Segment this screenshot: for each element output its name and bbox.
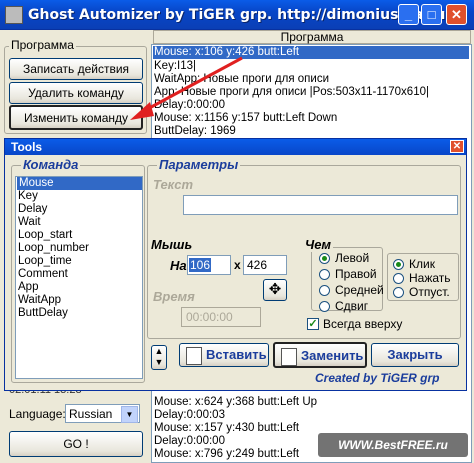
x-input[interactable]: 106 (187, 255, 231, 275)
close-button[interactable]: Закрыть (371, 343, 459, 367)
chevron-down-icon[interactable]: ▼ (121, 406, 138, 423)
program-group-title: Программа (9, 38, 76, 52)
move-crosshair-icon[interactable]: ✥ (263, 279, 287, 301)
list-item[interactable]: Delay:0:00:03 (154, 409, 225, 422)
always-on-top-label: Всегда вверху (323, 317, 403, 331)
press-radio[interactable] (393, 273, 404, 284)
tools-dialog: Tools ✕ Команда Mouse Key Delay Wait Loo… (4, 138, 467, 391)
command-item[interactable]: App (18, 281, 38, 294)
command-item[interactable]: Loop_time (18, 255, 72, 268)
release-radio[interactable] (393, 287, 404, 298)
command-item[interactable]: Comment (18, 268, 68, 281)
time-label: Время (151, 289, 197, 304)
mouse-label: Мышь (149, 237, 195, 252)
always-on-top-checkbox[interactable]: ✓ (307, 318, 319, 330)
close-icon[interactable]: ✕ (450, 140, 464, 153)
right-radio[interactable] (319, 269, 330, 280)
shift-radio-label: Сдвиг (335, 299, 369, 313)
command-item[interactable]: Mouse (17, 177, 142, 190)
language-select[interactable]: Russian ▼ (65, 404, 140, 423)
created-by-banner: Created by TiGER grp (315, 371, 440, 385)
command-legend: Команда (21, 157, 81, 172)
release-radio-label: Отпуст. (409, 285, 450, 299)
watermark: WWW.BestFREE.ru (318, 433, 468, 457)
command-list[interactable]: Mouse Key Delay Wait Loop_start Loop_num… (15, 176, 143, 379)
middle-radio[interactable] (319, 285, 330, 296)
command-item[interactable]: Loop_start (18, 229, 72, 242)
command-item[interactable]: Wait (18, 216, 41, 229)
minimize-icon[interactable]: _ (398, 4, 419, 25)
command-item[interactable]: ButtDelay (18, 307, 68, 320)
updown-icon[interactable]: ▲ ▼ (151, 345, 167, 370)
which-label: Чем (303, 237, 334, 252)
middle-radio-label: Средней (335, 283, 384, 297)
right-radio-label: Правой (335, 267, 377, 281)
close-icon[interactable]: ✕ (446, 4, 467, 25)
command-item[interactable]: Loop_number (18, 242, 89, 255)
go-button[interactable]: GO ! (9, 431, 143, 457)
replace-button[interactable]: Заменить (273, 342, 367, 368)
app-icon (5, 6, 23, 24)
text-input[interactable] (183, 195, 458, 215)
red-arrow-icon (130, 56, 243, 120)
insert-button[interactable]: Вставить (179, 343, 269, 367)
insert-icon (186, 347, 202, 365)
left-radio[interactable] (319, 253, 330, 264)
list-item[interactable]: Mouse: x:796 y:249 butt:Left (154, 448, 299, 461)
program-list-header: Программа (153, 30, 471, 44)
command-item[interactable]: Key (18, 190, 38, 203)
list-item[interactable]: Delay:0:00:00 (154, 435, 225, 448)
on-label: На (168, 258, 189, 273)
left-radio-label: Левой (335, 251, 370, 265)
click-radio-label: Клик (409, 257, 435, 271)
x-separator: x (234, 258, 241, 272)
maximize-icon[interactable]: □ (421, 4, 442, 25)
list-item[interactable]: Mouse: x:624 y:368 butt:Left Up (154, 396, 317, 409)
command-item[interactable]: WaitApp (18, 294, 61, 307)
window-title: Ghost Automizer by TiGER grp. http://dim… (28, 7, 446, 23)
tools-title: Tools (11, 140, 43, 154)
y-input[interactable]: 426 (243, 255, 287, 275)
list-item[interactable]: Mouse: x:157 y:430 butt:Left (154, 422, 299, 435)
press-radio-label: Нажать (409, 271, 451, 285)
shift-radio[interactable] (319, 301, 330, 312)
language-value: Russian (69, 407, 113, 421)
click-radio[interactable] (393, 259, 404, 270)
command-item[interactable]: Delay (18, 203, 47, 216)
text-label: Текст (151, 177, 196, 192)
tools-title-bar: Tools ✕ (5, 139, 466, 155)
language-label: Language: (9, 407, 66, 421)
time-input[interactable]: 00:00:00 (181, 307, 261, 327)
replace-icon (281, 348, 297, 366)
params-legend: Параметры (157, 157, 241, 172)
